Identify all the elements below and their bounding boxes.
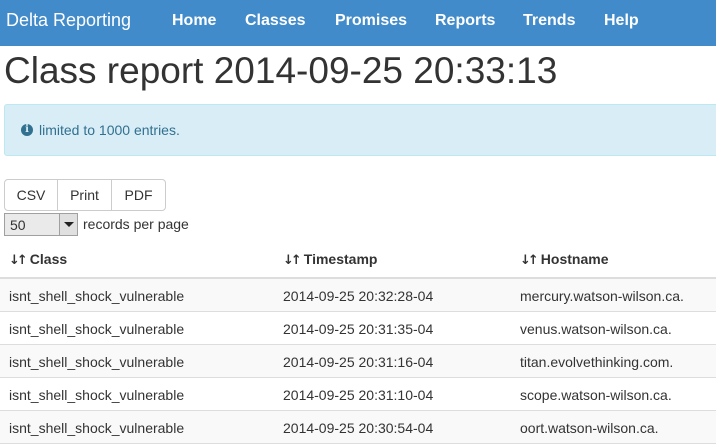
- info-circle-icon: i: [21, 124, 33, 136]
- timestamp-cell: 2014-09-25 20:31:10-04: [283, 387, 434, 403]
- column-header-label: Hostname: [540, 251, 609, 267]
- page-title: Class report 2014-09-25 20:33:13: [4, 50, 558, 91]
- pdf-button[interactable]: PDF: [111, 179, 166, 211]
- column-header-timestamp[interactable]: ↓↑ Timestamp: [283, 251, 377, 268]
- top-navbar: Delta Reporting Home Classes Promises Re…: [0, 0, 716, 46]
- hostname-cell: venus.watson-wilson.ca.: [520, 321, 672, 337]
- table-row: isnt_shell_shock_vulnerable 2014-09-25 2…: [0, 378, 716, 411]
- nav-reports[interactable]: Reports: [435, 12, 495, 30]
- export-button-group: CSV Print PDF: [4, 179, 166, 211]
- column-header-class[interactable]: ↓↑ Class: [9, 251, 67, 268]
- page-size-select[interactable]: 50: [4, 213, 78, 236]
- alert-text: limited to 1000 entries.: [39, 122, 180, 138]
- hostname-cell: scope.watson-wilson.ca.: [520, 387, 672, 403]
- nav-promises[interactable]: Promises: [335, 12, 407, 30]
- hostname-cell: titan.evolvethinking.com.: [520, 354, 674, 370]
- column-header-label: Class: [29, 251, 68, 267]
- timestamp-cell: 2014-09-25 20:30:54-04: [283, 420, 434, 436]
- timestamp-cell: 2014-09-25 20:31:35-04: [283, 321, 434, 337]
- info-alert: i limited to 1000 entries.: [4, 104, 716, 156]
- class-cell: isnt_shell_shock_vulnerable: [9, 288, 185, 304]
- brand-link[interactable]: Delta Reporting: [6, 10, 131, 31]
- page-size-value: 50: [10, 217, 26, 233]
- class-cell: isnt_shell_shock_vulnerable: [9, 321, 185, 337]
- nav-trends[interactable]: Trends: [523, 12, 575, 30]
- timestamp-cell: 2014-09-25 20:32:28-04: [283, 288, 434, 304]
- records-per-page-label: records per page: [83, 216, 189, 232]
- timestamp-cell: 2014-09-25 20:31:16-04: [283, 354, 434, 370]
- table-row: isnt_shell_shock_vulnerable 2014-09-25 2…: [0, 279, 716, 312]
- sort-icon: ↓↑: [520, 253, 539, 268]
- class-cell: isnt_shell_shock_vulnerable: [9, 420, 185, 436]
- csv-button[interactable]: CSV: [4, 179, 58, 211]
- sort-icon: ↓↑: [283, 253, 302, 268]
- nav-classes[interactable]: Classes: [245, 12, 306, 30]
- column-header-hostname[interactable]: ↓↑ Hostname: [520, 251, 608, 268]
- sort-icon: ↓↑: [9, 253, 28, 268]
- nav-help[interactable]: Help: [604, 12, 639, 30]
- hostname-cell: mercury.watson-wilson.ca.: [520, 288, 684, 304]
- nav-home[interactable]: Home: [172, 12, 216, 30]
- table-row: isnt_shell_shock_vulnerable 2014-09-25 2…: [0, 345, 716, 378]
- class-cell: isnt_shell_shock_vulnerable: [9, 354, 185, 370]
- table-row: isnt_shell_shock_vulnerable 2014-09-25 2…: [0, 411, 716, 444]
- table-row: isnt_shell_shock_vulnerable 2014-09-25 2…: [0, 312, 716, 345]
- class-cell: isnt_shell_shock_vulnerable: [9, 387, 185, 403]
- print-button[interactable]: Print: [57, 179, 112, 211]
- dropdown-arrow-icon[interactable]: [59, 214, 77, 235]
- hostname-cell: oort.watson-wilson.ca.: [520, 420, 659, 436]
- column-header-label: Timestamp: [303, 251, 378, 267]
